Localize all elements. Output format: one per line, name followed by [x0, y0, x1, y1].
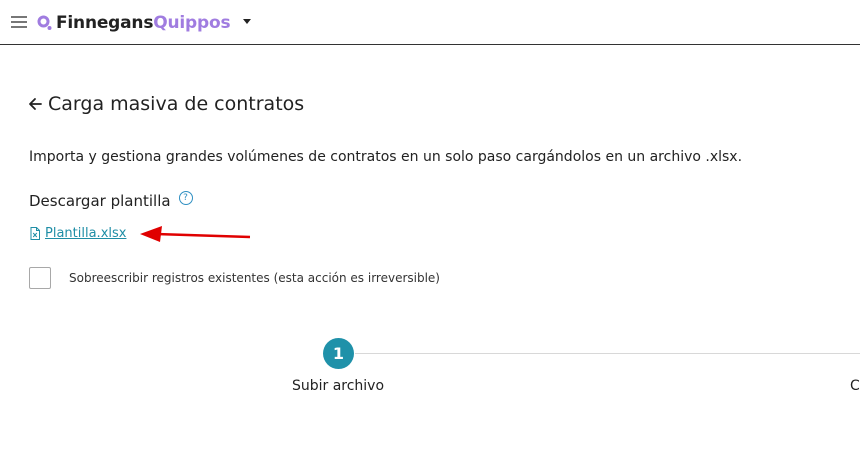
help-icon[interactable]: ? [178, 191, 193, 205]
stepper-connector [355, 353, 860, 354]
template-section-header: Descargar plantilla ? [29, 191, 193, 210]
overwrite-option: Sobreescribir registros existentes (esta… [29, 267, 440, 289]
annotation-arrow-icon [140, 226, 251, 242]
step-1-label: Subir archivo [291, 378, 385, 394]
page-title: Carga masiva de contratos [48, 93, 305, 115]
finnegans-logo-icon [37, 15, 52, 30]
caret-down-icon[interactable] [243, 19, 251, 24]
step-1-indicator: 1 [323, 338, 354, 369]
app-logo[interactable]: Finnegans Quippos [37, 12, 231, 34]
overwrite-checkbox-label: Sobreescribir registros existentes (esta… [69, 271, 440, 285]
step-2-label: C [850, 378, 860, 394]
page-header: Carga masiva de contratos [28, 93, 304, 115]
page-description: Importa y gestiona grandes volúmenes de … [29, 149, 743, 165]
hamburger-icon[interactable] [11, 16, 27, 29]
template-file-name: Plantilla.xlsx [45, 226, 127, 241]
template-download-link[interactable]: Plantilla.xlsx [30, 226, 126, 241]
back-arrow-icon[interactable] [28, 97, 42, 111]
top-bar: Finnegans Quippos [0, 0, 860, 45]
logo-primary-text: Finnegans [56, 13, 154, 33]
template-section-title: Descargar plantilla [29, 192, 171, 210]
overwrite-checkbox[interactable] [29, 267, 51, 289]
excel-file-icon [30, 227, 40, 240]
logo-secondary-text: Quippos [153, 13, 231, 33]
